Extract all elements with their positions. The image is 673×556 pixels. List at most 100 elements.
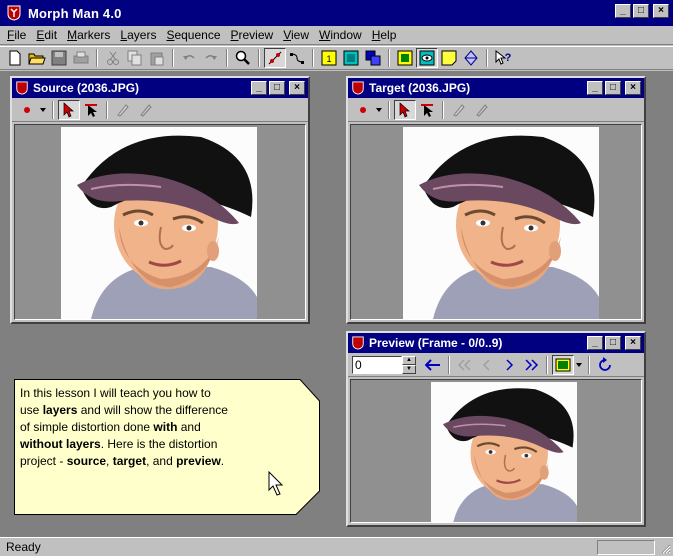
step-back-icon[interactable] <box>476 355 498 375</box>
note-icon[interactable] <box>438 48 460 68</box>
target-photo[interactable] <box>403 127 599 319</box>
eraser-icon[interactable] <box>134 100 156 120</box>
refresh-icon[interactable] <box>594 355 616 375</box>
open-folder-icon[interactable] <box>26 48 48 68</box>
menu-layers[interactable]: Layers <box>115 28 161 42</box>
select-arrow-icon[interactable] <box>394 99 416 120</box>
edit-curves-icon[interactable] <box>286 48 308 68</box>
copy-icon[interactable] <box>124 48 146 68</box>
spin-up-button[interactable]: ▲ <box>402 355 416 365</box>
svg-text:1: 1 <box>326 54 331 64</box>
pen-icon[interactable] <box>112 100 134 120</box>
new-file-icon[interactable] <box>4 48 26 68</box>
view-eye-icon[interactable] <box>416 48 438 68</box>
source-window[interactable]: Source (2036.JPG) _ □ × <box>10 76 310 324</box>
portrait-image <box>61 127 257 319</box>
target-window[interactable]: Target (2036.JPG) _ □ × <box>346 76 646 324</box>
menu-file[interactable]: File <box>2 28 31 42</box>
marker-dot-icon[interactable] <box>352 100 374 120</box>
menu-view[interactable]: View <box>278 28 314 42</box>
edit-markers-icon[interactable] <box>264 48 286 68</box>
minimize-button[interactable]: _ <box>251 81 267 95</box>
lesson-note[interactable]: In this lesson I will teach you how to us… <box>14 379 320 515</box>
target-image-viewport[interactable] <box>350 124 642 320</box>
note-line: In this lesson I will teach you how to <box>20 386 211 400</box>
spin-down-button[interactable]: ▼ <box>402 364 416 374</box>
view-source-icon[interactable] <box>394 48 416 68</box>
resize-grip-icon[interactable] <box>659 542 671 554</box>
select-arrow-icon[interactable] <box>58 99 80 120</box>
redo-icon[interactable] <box>200 48 222 68</box>
minimize-button[interactable]: _ <box>587 81 603 95</box>
toolbar-separator <box>442 100 444 119</box>
marker-dot-icon[interactable] <box>16 100 38 120</box>
diamond-icon[interactable] <box>460 48 482 68</box>
rewind-icon[interactable] <box>454 355 476 375</box>
move-marker-icon[interactable] <box>80 100 102 120</box>
preview-toolbar: 0 ▲ ▼ <box>348 353 644 377</box>
chevron-down-icon[interactable] <box>574 355 584 375</box>
chevron-down-icon[interactable] <box>38 100 48 120</box>
layer-stack-icon[interactable] <box>362 48 384 68</box>
preview-mode-icon[interactable] <box>552 354 574 375</box>
menu-preview[interactable]: Preview <box>226 28 279 42</box>
close-button[interactable]: × <box>289 81 305 95</box>
maximize-button[interactable]: □ <box>633 4 649 18</box>
app-title-bar: Morph Man 4.0 _ □ × <box>0 0 673 26</box>
close-button[interactable]: × <box>653 4 669 18</box>
chevron-down-icon[interactable] <box>374 100 384 120</box>
eraser-icon[interactable] <box>470 100 492 120</box>
cut-icon[interactable] <box>102 48 124 68</box>
source-image-viewport[interactable] <box>14 124 306 320</box>
pen-icon[interactable] <box>448 100 470 120</box>
note-line: of simple distortion done with and <box>20 420 201 434</box>
save-icon[interactable] <box>48 48 70 68</box>
preview-window-title-bar[interactable]: Preview (Frame - 0/0..9) _ □ × <box>348 333 644 353</box>
step-forward-icon[interactable] <box>498 355 520 375</box>
menu-markers[interactable]: Markers <box>62 28 115 42</box>
menu-help[interactable]: Help <box>367 28 402 42</box>
paste-icon[interactable] <box>146 48 168 68</box>
menu-bar: File Edit Markers Layers Sequence Preview View… <box>0 26 673 45</box>
close-button[interactable]: × <box>625 336 641 350</box>
frame-number-input[interactable]: 0 <box>352 355 402 374</box>
morph-man-logo-icon <box>16 81 28 95</box>
back-to-start-icon[interactable] <box>422 355 444 375</box>
toolbar-separator <box>258 49 260 67</box>
move-marker-icon[interactable] <box>416 100 438 120</box>
toolbar-separator <box>172 49 174 67</box>
app-title: Morph Man 4.0 <box>28 5 122 21</box>
minimize-button[interactable]: _ <box>587 336 603 350</box>
status-panel <box>597 540 655 555</box>
print-icon[interactable] <box>70 48 92 68</box>
preview-window[interactable]: Preview (Frame - 0/0..9) _ □ × 0 ▲ ▼ <box>346 331 646 527</box>
menu-window[interactable]: Window <box>314 28 367 42</box>
toolbar-separator <box>448 355 450 374</box>
layer-cyan-icon[interactable] <box>340 48 362 68</box>
toolbar-separator <box>226 49 228 67</box>
toolbar-separator <box>388 100 390 119</box>
layer-yellow-icon[interactable]: 1 <box>318 48 340 68</box>
frame-spinner[interactable]: ▲ ▼ <box>402 355 416 374</box>
preview-window-title: Preview (Frame - 0/0..9) <box>369 336 503 350</box>
zoom-icon[interactable] <box>232 48 254 68</box>
preview-image-viewport[interactable] <box>350 379 642 523</box>
minimize-button[interactable]: _ <box>615 4 631 18</box>
maximize-button[interactable]: □ <box>605 336 621 350</box>
close-button[interactable]: × <box>625 81 641 95</box>
source-photo[interactable] <box>61 127 257 319</box>
context-help-icon[interactable]: ? <box>492 48 514 68</box>
toolbar-separator <box>96 49 98 67</box>
menu-sequence[interactable]: Sequence <box>161 28 225 42</box>
target-toolbar <box>348 98 644 122</box>
target-window-title-bar[interactable]: Target (2036.JPG) _ □ × <box>348 78 644 98</box>
preview-photo[interactable] <box>431 382 577 522</box>
menu-edit[interactable]: Edit <box>31 28 62 42</box>
fast-forward-icon[interactable] <box>520 355 542 375</box>
maximize-button[interactable]: □ <box>269 81 285 95</box>
source-window-title-bar[interactable]: Source (2036.JPG) _ □ × <box>12 78 308 98</box>
maximize-button[interactable]: □ <box>605 81 621 95</box>
toolbar-separator <box>388 49 390 67</box>
undo-icon[interactable] <box>178 48 200 68</box>
note-line: project - source, target, and preview. <box>20 454 225 468</box>
